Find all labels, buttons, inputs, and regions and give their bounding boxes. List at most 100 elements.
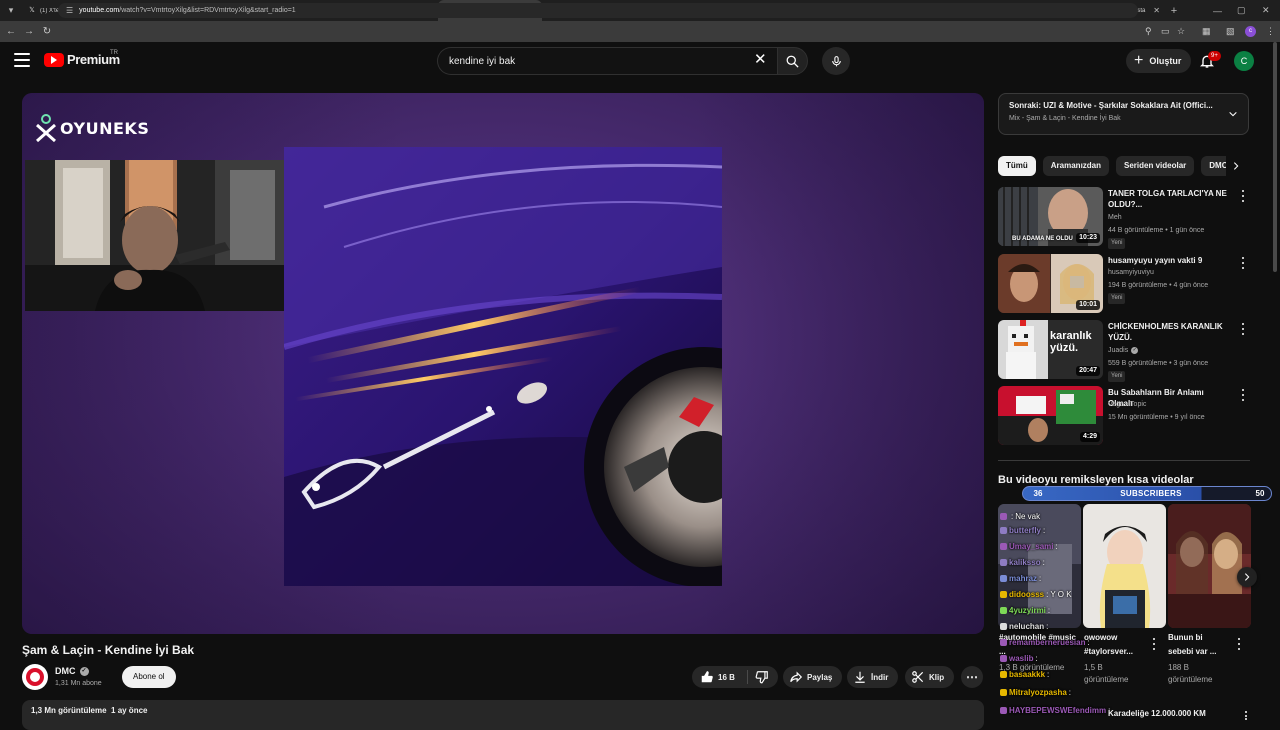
video-thumbnail[interactable]: karanlık yüzü. 20:47 — [998, 320, 1103, 379]
description-box[interactable]: 1,3 Mn görüntüleme 1 ay önce — [22, 700, 984, 730]
up-next-title: Sonraki: UZI & Motive - Şarkılar Sokakla… — [1009, 101, 1213, 110]
tab-search-button[interactable]: ▾ — [0, 0, 22, 21]
forward-button[interactable]: → — [20, 26, 38, 37]
new-badge: Yeni — [1108, 293, 1126, 304]
subscribe-button[interactable]: Abone ol — [122, 666, 176, 688]
chat-message: remamberneruesian : — [1000, 638, 1092, 647]
short-thumbnail[interactable] — [1083, 504, 1166, 628]
clip-label: Klip — [929, 672, 945, 682]
thumbnail-caption: BU ADAMA NE OLDU — [1012, 236, 1073, 242]
browser-menu-icon[interactable]: ⋮ — [1266, 21, 1275, 42]
recommendation-title: CHİCKENHOLMES KARANLIK YÜZÜ. — [1108, 322, 1223, 342]
recommendation-item[interactable]: 4:29 Bu Sabahların Bir Anlamı Olmalı Veg… — [998, 386, 1250, 446]
youtube-premium-logo[interactable]: Premium — [44, 52, 120, 67]
back-button[interactable]: ← — [2, 26, 20, 37]
recommendation-channel: Meh — [1108, 214, 1122, 221]
sidebar-icon[interactable]: ▧ — [1226, 21, 1235, 42]
search-button[interactable] — [777, 47, 808, 75]
more-vertical-icon[interactable] — [1151, 638, 1157, 650]
chat-badge-icon — [1000, 527, 1007, 534]
short-thumbnail[interactable] — [1168, 504, 1251, 628]
recommendation-meta: 15 Mn görüntüleme • 9 yıl önce — [1108, 414, 1205, 421]
like-button[interactable]: 16 B — [692, 670, 747, 684]
voice-search-button[interactable] — [822, 47, 850, 75]
subscriber-goal-bar: 36 SUBSCRIBERS 50 — [1022, 486, 1272, 501]
shorts-heading: Bu videoyu remiksleyen kısa videolar — [998, 474, 1194, 486]
recommendation-item[interactable]: BU ADAMA NE OLDU 10:23 TANER TOLGA TARLA… — [998, 187, 1250, 249]
recommendation-meta: 194 B görüntüleme • 4 gün önce — [1108, 282, 1209, 289]
up-next-panel[interactable]: Sonraki: UZI & Motive - Şarkılar Sokakla… — [998, 93, 1249, 135]
video-thumbnail[interactable]: BU ADAMA NE OLDU 10:23 — [998, 187, 1103, 246]
up-next-subtitle: Mix - Şam & Laçin - Kendine İyi Bak — [1009, 115, 1121, 122]
chip-from-search[interactable]: Aramanızdan — [1042, 156, 1110, 176]
chat-separator: : — [1011, 512, 1014, 521]
more-vertical-icon[interactable] — [1238, 257, 1248, 269]
chat-message: Umay_sami : — [1000, 542, 1060, 551]
create-button[interactable]: + Oluştur — [1126, 49, 1192, 73]
chat-separator: : — [1042, 558, 1045, 567]
more-vertical-icon[interactable] — [1238, 323, 1248, 335]
minimize-button[interactable]: — — [1213, 0, 1222, 21]
zoom-icon[interactable]: ⚲ — [1145, 21, 1152, 42]
next-recommendation-title[interactable]: Karadeliğe 12.000.000 KM — [1108, 709, 1206, 718]
recommendation-item[interactable]: karanlık yüzü. 20:47 CHİCKENHOLMES KARAN… — [998, 320, 1250, 382]
chevron-right-icon — [1244, 573, 1250, 581]
chat-separator: : — [1046, 590, 1049, 599]
url-field[interactable]: ☰ youtube.com/watch?v=VmtrtoyXilg&list=R… — [58, 3, 1138, 18]
clip-button[interactable]: Klip — [905, 666, 955, 688]
extensions-icon[interactable]: ▦ — [1202, 21, 1211, 42]
maximize-button[interactable]: ▢ — [1237, 0, 1246, 21]
share-button[interactable]: Paylaş — [783, 666, 843, 688]
chevron-down-icon[interactable] — [1228, 109, 1238, 119]
more-horizontal-icon: ⋯ — [966, 670, 978, 684]
video-duration: 4:29 — [1079, 432, 1100, 442]
dislike-button[interactable] — [748, 670, 769, 684]
channel-name-row[interactable]: DMC ✓ — [55, 666, 89, 676]
recommendation-item[interactable]: 10:01 husamyuyu yayın vakti 9 husamyiyuv… — [998, 254, 1250, 314]
close-tab-icon[interactable]: ✕ — [1153, 6, 1160, 15]
video-thumbnail[interactable]: 10:01 — [998, 254, 1103, 313]
video-player[interactable]: OYUNEKS — [22, 93, 984, 634]
recommendation-title: husamyuyu yayın vakti 9 — [1108, 256, 1203, 265]
chat-username: Mitralyozpasha — [1009, 688, 1067, 697]
chip-from-series[interactable]: Seriden videolar — [1116, 156, 1195, 176]
video-thumbnail[interactable]: 4:29 — [998, 386, 1103, 445]
more-vertical-icon[interactable] — [1238, 190, 1248, 202]
download-button[interactable]: İndir — [847, 666, 899, 688]
chips-next-button[interactable] — [1226, 156, 1246, 176]
shorts-next-button[interactable] — [1237, 567, 1257, 587]
download-icon — [855, 671, 865, 683]
age-label: 4 gün önce — [1173, 282, 1209, 289]
chat-badge-icon — [1000, 707, 1007, 714]
reload-button[interactable]: ↻ — [38, 26, 56, 37]
site-info-icon[interactable]: ☰ — [66, 6, 73, 15]
short-title[interactable]: Bunun bi sebebi var ... — [1168, 631, 1228, 659]
cast-icon[interactable]: ▭ — [1161, 21, 1170, 42]
guide-menu-icon[interactable] — [14, 53, 30, 67]
scrollbar-thumb[interactable] — [1273, 42, 1277, 272]
recommendation-meta: 44 B görüntüleme • 1 gün önce — [1108, 227, 1205, 234]
profile-icon[interactable]: c — [1245, 21, 1256, 42]
more-actions-button[interactable]: ⋯ — [961, 666, 983, 688]
channel-avatar[interactable] — [22, 664, 48, 690]
more-vertical-icon[interactable] — [1243, 711, 1249, 720]
clear-search-icon[interactable]: ✕ — [754, 52, 767, 68]
upload-age: 1 ay önce — [111, 706, 148, 715]
goal-current: 36 — [1033, 489, 1043, 498]
close-window-button[interactable]: ✕ — [1262, 0, 1270, 21]
chat-separator: : — [1055, 542, 1058, 551]
channel-name: DMC — [55, 666, 76, 676]
more-vertical-icon[interactable] — [1236, 638, 1242, 650]
recommendation-channel: husamyiyuviyu — [1108, 269, 1154, 276]
search-input[interactable]: kendine iyi bak — [437, 47, 777, 75]
more-vertical-icon[interactable] — [1238, 389, 1248, 401]
plus-icon: + — [1134, 52, 1144, 69]
verified-badge-icon: ✓ — [1131, 347, 1139, 354]
chat-username: Umay_sami — [1009, 542, 1054, 551]
chip-all[interactable]: Tümü — [998, 156, 1036, 176]
account-avatar[interactable]: C — [1234, 51, 1254, 71]
new-tab-button[interactable]: + — [1166, 5, 1182, 17]
page-scrollbar[interactable] — [1272, 42, 1278, 720]
views-label: 559 B görüntüleme — [1108, 360, 1168, 367]
bookmark-star-icon[interactable]: ☆ — [1177, 21, 1185, 42]
